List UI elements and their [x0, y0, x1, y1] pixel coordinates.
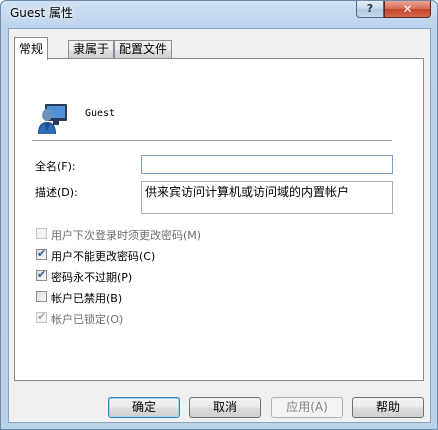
- checkbox-label: 密码永不过期(P): [51, 271, 133, 284]
- description-input[interactable]: 供来宾访问计算机或访问域的内置帐户: [141, 181, 393, 214]
- dialog-client-area: 常规 隶属于 配置文件 Guest 全名(F): 描述(D): 供来宾访问计算机…: [8, 28, 431, 423]
- checkbox-box[interactable]: ✔: [36, 247, 47, 260]
- help-icon: ?: [366, 2, 374, 15]
- close-icon: ✕: [402, 2, 413, 16]
- checkbox-label: 帐户已禁用(B): [51, 292, 123, 305]
- description-label: 描述(D):: [35, 186, 78, 199]
- checkbox-box[interactable]: [36, 291, 47, 302]
- checkbox-label: 用户下次登录时须更改密码(M): [51, 229, 202, 242]
- dialog-window: Guest 属性 ? ✕ 常规 隶属于 配置文件 Guest 全名(F): 描述…: [0, 0, 438, 430]
- checkmark-icon: ✔: [37, 247, 47, 260]
- full-name-label: 全名(F):: [35, 160, 76, 173]
- apply-button[interactable]: 应用(A): [271, 397, 343, 418]
- user-name: Guest: [85, 108, 116, 119]
- checkbox-box[interactable]: [36, 228, 47, 239]
- close-button[interactable]: ✕: [384, 1, 431, 18]
- full-name-input[interactable]: [141, 155, 393, 174]
- tab-general[interactable]: 常规: [14, 37, 49, 60]
- help-button[interactable]: 帮助: [352, 397, 424, 418]
- user-icon: [38, 104, 67, 134]
- tab-panel-general: Guest 全名(F): 描述(D): 供来宾访问计算机或访问域的内置帐户 用户…: [14, 58, 424, 381]
- cancel-button[interactable]: 取消: [189, 397, 261, 418]
- separator: [32, 140, 392, 142]
- checkbox-box[interactable]: ✔: [36, 268, 47, 281]
- checkbox-label: 用户不能更改密码(C): [51, 250, 156, 263]
- checkmark-icon: ✔: [37, 310, 47, 323]
- window-title: Guest 属性: [10, 6, 74, 20]
- ok-button[interactable]: 确定: [108, 397, 180, 418]
- tab-member-of[interactable]: 隶属于: [68, 40, 115, 59]
- checkbox-box[interactable]: ✔: [36, 310, 47, 323]
- tab-profile[interactable]: 配置文件: [114, 40, 173, 59]
- checkmark-icon: ✔: [37, 268, 47, 281]
- checkbox-label: 帐户已锁定(O): [51, 313, 124, 326]
- help-title-button[interactable]: ?: [356, 1, 384, 18]
